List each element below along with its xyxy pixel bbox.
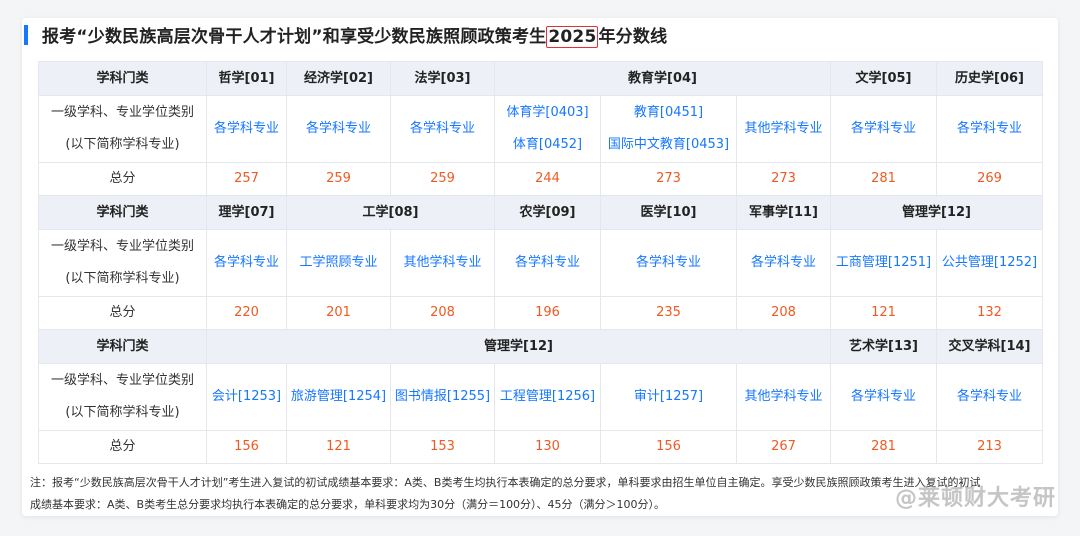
block1-category-row: 学科门类 哲学[01] 经济学[02] 法学[03] 教育学[04] 文学[05… <box>38 61 1044 96</box>
score-cell: 273 <box>735 162 832 196</box>
subject-link[interactable]: 会计[1253] <box>206 363 287 431</box>
total-label: 总分 <box>38 296 207 330</box>
subject-link[interactable]: 各学科专业 <box>936 363 1044 431</box>
score-cell: 208 <box>390 296 495 330</box>
category-cell: 教育学[04] <box>493 61 832 96</box>
category-label: 学科门类 <box>38 195 207 230</box>
title-year-highlight: 2025 <box>546 26 599 48</box>
score-cell: 201 <box>286 296 391 330</box>
subject-link[interactable]: 各学科专业 <box>600 229 737 297</box>
title-accent-bar <box>24 25 28 45</box>
category-cell: 文学[05] <box>830 61 938 96</box>
subject-link[interactable]: 教育[0451] 国际中文教育[0453] <box>600 95 737 163</box>
score-cell: 156 <box>206 430 287 464</box>
block3-subject-row: 一级学科、专业学位类别 (以下简称学科专业) 会计[1253] 旅游管理[1254… <box>38 363 1044 431</box>
subject-link[interactable]: 各学科专业 <box>494 229 601 297</box>
category-cell: 哲学[01] <box>206 61 287 96</box>
category-cell: 艺术学[13] <box>830 329 938 364</box>
category-cell: 医学[10] <box>600 195 737 230</box>
score-cell: 208 <box>735 296 832 330</box>
page-title: 报考“少数民族高层次骨干人才计划”和享受少数民族照顾政策考生 2025 年分数线 <box>24 22 667 48</box>
subject-link[interactable]: 工商管理[1251] <box>830 229 938 297</box>
category-cell: 理学[07] <box>206 195 287 230</box>
score-cell: 132 <box>936 296 1044 330</box>
block3-score-row: 总分 156 121 153 130 156 267 281 213 <box>38 430 1044 464</box>
block2-score-row: 总分 220 201 208 196 235 208 121 132 <box>38 296 1044 330</box>
score-cell: 257 <box>206 162 287 196</box>
subject-link[interactable]: 图书情报[1255] <box>390 363 495 431</box>
score-cell: 269 <box>936 162 1044 196</box>
score-cell: 259 <box>390 162 495 196</box>
subject-link[interactable]: 工学照顾专业 <box>286 229 391 297</box>
total-label: 总分 <box>38 162 207 196</box>
subject-link[interactable]: 审计[1257] <box>600 363 737 431</box>
subject-link[interactable]: 其他学科专业 <box>735 363 832 431</box>
score-cell: 259 <box>286 162 391 196</box>
score-cell: 281 <box>830 162 938 196</box>
category-cell: 交叉学科[14] <box>936 329 1044 364</box>
subject-link[interactable]: 各学科专业 <box>936 95 1044 163</box>
score-cell: 235 <box>600 296 737 330</box>
subject-link[interactable]: 旅游管理[1254] <box>286 363 391 431</box>
total-label: 总分 <box>38 430 207 464</box>
score-cell: 281 <box>830 430 938 464</box>
subject-label: 一级学科、专业学位类别 (以下简称学科专业) <box>38 95 207 163</box>
title-text-after: 年分数线 <box>598 27 668 47</box>
watermark: @莱顿财大考研 <box>894 486 1056 511</box>
score-cell: 267 <box>735 430 832 464</box>
subject-link[interactable]: 各学科专业 <box>206 95 287 163</box>
score-table: 学科门类 哲学[01] 经济学[02] 法学[03] 教育学[04] 文学[05… <box>38 61 1044 464</box>
title-text-before: 报考“少数民族高层次骨干人才计划”和享受少数民族照顾政策考生 <box>42 27 547 47</box>
category-cell: 历史学[06] <box>936 61 1044 96</box>
block2-category-row: 学科门类 理学[07] 工学[08] 农学[09] 医学[10] 军事学[11]… <box>38 195 1044 230</box>
subject-link[interactable]: 体育学[0403] 体育[0452] <box>494 95 601 163</box>
subject-link[interactable]: 各学科专业 <box>390 95 495 163</box>
score-cell: 273 <box>600 162 737 196</box>
category-cell: 农学[09] <box>494 195 601 230</box>
category-cell: 法学[03] <box>390 61 495 96</box>
score-cell: 121 <box>286 430 391 464</box>
category-cell: 管理学[12] <box>205 329 832 364</box>
block1-score-row: 总分 257 259 259 244 273 273 281 269 <box>38 162 1044 196</box>
subject-link[interactable]: 各学科专业 <box>286 95 391 163</box>
subject-link[interactable]: 其他学科专业 <box>390 229 495 297</box>
subject-link[interactable]: 各学科专业 <box>206 229 287 297</box>
score-cell: 196 <box>494 296 601 330</box>
score-cell: 130 <box>494 430 601 464</box>
category-cell: 军事学[11] <box>735 195 832 230</box>
block3-category-row: 学科门类 管理学[12] 艺术学[13] 交叉学科[14] <box>38 329 1044 364</box>
subject-link[interactable]: 公共管理[1252] <box>936 229 1044 297</box>
subject-link[interactable]: 各学科专业 <box>735 229 832 297</box>
subject-label: 一级学科、专业学位类别 (以下简称学科专业) <box>38 363 207 431</box>
subject-link[interactable]: 工程管理[1256] <box>494 363 601 431</box>
subject-link[interactable]: 各学科专业 <box>830 363 938 431</box>
category-label: 学科门类 <box>38 329 207 364</box>
block1-subject-row: 一级学科、专业学位类别 (以下简称学科专业) 各学科专业 各学科专业 各学科专业 … <box>38 95 1044 163</box>
category-label: 学科门类 <box>38 61 207 96</box>
category-cell: 管理学[12] <box>830 195 1044 230</box>
category-cell: 经济学[02] <box>286 61 391 96</box>
score-cell: 121 <box>830 296 938 330</box>
score-cell: 153 <box>390 430 495 464</box>
subject-link[interactable]: 各学科专业 <box>830 95 938 163</box>
score-cell: 244 <box>494 162 601 196</box>
score-cell: 220 <box>206 296 287 330</box>
subject-label: 一级学科、专业学位类别 (以下简称学科专业) <box>38 229 207 297</box>
category-cell: 工学[08] <box>286 195 495 230</box>
subject-link[interactable]: 其他学科专业 <box>735 95 832 163</box>
block2-subject-row: 一级学科、专业学位类别 (以下简称学科专业) 各学科专业 工学照顾专业 其他学科专… <box>38 229 1044 297</box>
score-cell: 213 <box>936 430 1044 464</box>
score-cell: 156 <box>600 430 737 464</box>
